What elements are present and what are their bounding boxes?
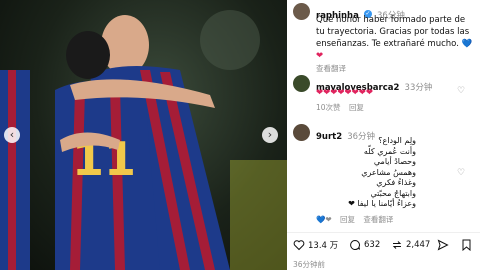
- comment-line: وعزاءُ أيّامنا يا ليفا ❤: [348, 199, 416, 208]
- comments-panel: raphinha ✓ 36分钟 Qué honor haber formado …: [287, 0, 480, 270]
- reply-button[interactable]: 回复: [340, 215, 355, 224]
- like-button[interactable]: 13.4 万: [293, 239, 338, 251]
- send-icon: [437, 239, 449, 251]
- caption-line: Qué honor haber formado parte de: [316, 15, 466, 25]
- comment-count: 632: [364, 240, 381, 250]
- comment-likes[interactable]: 10次赞: [316, 103, 341, 112]
- commenter-avatar[interactable]: [293, 124, 310, 141]
- author-avatar[interactable]: [293, 3, 310, 20]
- action-bar: 13.4 万 632 2,447 36分钟前: [287, 232, 480, 271]
- players-illustration: 11: [0, 10, 287, 270]
- post-photo: 11 ‹ ›: [0, 0, 287, 270]
- comment-text: ❤❤❤❤❤❤❤❤: [316, 88, 373, 98]
- post-timestamp: 36分钟前: [293, 260, 326, 269]
- comment-line: وهمسُ مشاعري: [361, 167, 416, 177]
- post-caption: Qué honor haber formado parte de tu tray…: [316, 14, 472, 62]
- comment-button[interactable]: 632: [349, 239, 380, 251]
- translate-link[interactable]: 查看翻译: [316, 64, 346, 73]
- share-button[interactable]: 2,447: [391, 239, 430, 251]
- send-button[interactable]: [437, 239, 449, 251]
- comment-time: 33分钟: [404, 83, 433, 93]
- caption-line: tu trayectoria. Gracias por todas las: [316, 27, 470, 37]
- caption-meta: 查看翻译: [316, 63, 352, 74]
- like-comment-icon[interactable]: ♡: [457, 86, 465, 96]
- comment-meta: 10次赞 回复: [316, 102, 370, 113]
- prev-photo-button[interactable]: ‹: [4, 127, 20, 143]
- comment-line: وحصادُ أيامي: [373, 157, 416, 166]
- caption-heart: ❤: [316, 51, 324, 61]
- comment-line: وأنت عُمري كلّه: [363, 146, 416, 156]
- like-count: 13.4 万: [308, 241, 339, 251]
- commenter-avatar[interactable]: [293, 75, 310, 92]
- next-photo-button[interactable]: ›: [262, 127, 278, 143]
- save-button[interactable]: [461, 239, 472, 251]
- heart-icon: [293, 240, 305, 251]
- comment-line: وابتهاجُ محبّتي: [370, 188, 416, 198]
- caption-line: enseñanzas. Te extrañaré mucho. 💙: [316, 39, 473, 49]
- comment-reactions: 💙❤: [316, 215, 332, 224]
- translate-link[interactable]: 查看翻译: [363, 215, 393, 224]
- comment-line: ولِم الوداع؟: [378, 136, 416, 145]
- comment-meta: 💙❤ 回复 查看翻译: [316, 214, 399, 225]
- reply-button[interactable]: 回复: [349, 103, 364, 112]
- comment-icon: [350, 239, 360, 250]
- comment-line: وغذاءُ فكري: [376, 178, 416, 187]
- bookmark-icon: [462, 239, 471, 251]
- share-count: 2,447: [406, 240, 431, 250]
- repost-icon: [392, 241, 402, 249]
- like-comment-icon[interactable]: ♡: [457, 168, 465, 178]
- comment-text: ولِم الوداع؟ وأنت عُمري كلّه وحصادُ أيام…: [316, 136, 416, 210]
